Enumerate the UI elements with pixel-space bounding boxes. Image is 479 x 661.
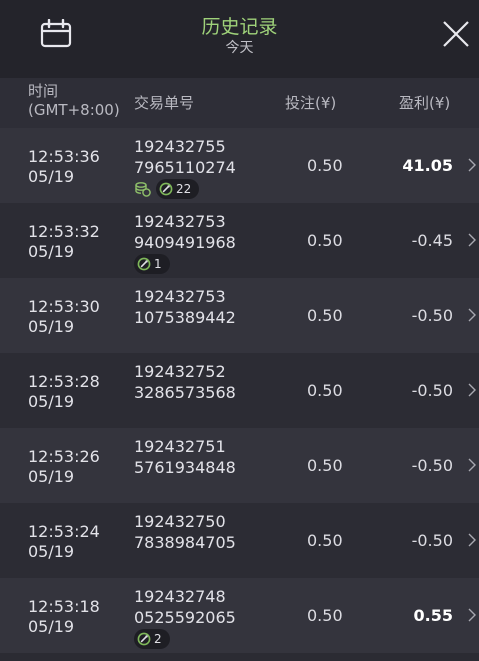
order-id-line1: 192432748: [134, 587, 226, 606]
free-spin-badge: 22: [156, 179, 200, 199]
title-block: 历史记录 今天: [0, 15, 479, 57]
order-id-line1: 192432753: [134, 287, 226, 306]
row-order-cell: 192432752 3286573568: [134, 361, 236, 403]
row-profit: -0.50: [411, 456, 453, 475]
order-id-line1: 192432751: [134, 437, 226, 456]
row-order-cell: 192432753 9409491968: [134, 211, 236, 253]
row-date: 05/19: [28, 317, 75, 336]
free-spin-badge: 1: [134, 254, 170, 274]
free-spin-badge: 2: [134, 629, 170, 649]
coin-stack-icon: [134, 180, 152, 198]
row-time: 12:53:36: [28, 147, 100, 166]
order-id-line2: 0525592065: [134, 608, 236, 627]
order-id-line2: 7838984705: [134, 533, 236, 552]
order-id-line2: 9409491968: [134, 233, 236, 252]
row-badges: 1: [134, 254, 170, 274]
row-bet: 0.50: [307, 456, 343, 475]
spin-count: 22: [176, 182, 192, 196]
order-column-header: 交易单号: [134, 94, 195, 112]
row-time: 12:53:28: [28, 372, 100, 391]
row-badges: 22: [134, 179, 200, 199]
history-row[interactable]: 12:53:30 05/19 192432753 1075389442 0.50 -0.5…: [0, 278, 479, 353]
row-time: 12:53:24: [28, 522, 100, 541]
row-order-cell: 192432750 7838984705: [134, 511, 236, 553]
row-badges: 2: [134, 629, 170, 649]
row-time: 12:53:18: [28, 597, 100, 616]
row-profit: 0.55: [413, 606, 453, 625]
close-icon[interactable]: [442, 20, 470, 48]
header-bar: 历史记录 今天: [0, 0, 479, 78]
history-row[interactable]: 12:53:28 05/19 192432752 3286573568 0.50 -0.5…: [0, 353, 479, 428]
row-date: 05/19: [28, 392, 75, 411]
row-time-cell: 12:53:30 05/19: [28, 297, 100, 337]
history-row[interactable]: 12:53:18 05/19 192432748 0525592065 2 0.50 0.5…: [0, 578, 479, 653]
row-profit: -0.50: [411, 306, 453, 325]
spin-icon: [159, 182, 173, 196]
spin-count: 2: [154, 632, 162, 646]
row-time-cell: 12:53:26 05/19: [28, 447, 100, 487]
row-date: 05/19: [28, 617, 75, 636]
row-time: 12:53:26: [28, 447, 100, 466]
history-row[interactable]: 12:53:36 05/19 192432755 7965110274 22 0.50 41…: [0, 128, 479, 203]
row-order-cell: 192432755 7965110274: [134, 136, 236, 178]
history-row[interactable]: 12:53:26 05/19 192432751 5761934848 0.50 -0.5…: [0, 428, 479, 503]
row-time: 12:53:32: [28, 222, 100, 241]
row-time-cell: 12:53:18 05/19: [28, 597, 100, 637]
history-list: 12:53:36 05/19 192432755 7965110274 22 0.50 41…: [0, 128, 479, 653]
row-time-cell: 12:53:24 05/19: [28, 522, 100, 562]
row-bet: 0.50: [307, 381, 343, 400]
profit-column-header: 盈利(¥): [399, 94, 451, 112]
time-header-label: 时间: [28, 82, 59, 100]
row-time-cell: 12:53:36 05/19: [28, 147, 100, 187]
order-id-line1: 192432753: [134, 212, 226, 231]
date-filter-label: 今天: [225, 40, 254, 56]
order-id-line1: 192432752: [134, 362, 226, 381]
row-time-cell: 12:53:32 05/19: [28, 222, 100, 262]
history-row[interactable]: 12:53:24 05/19 192432750 7838984705 0.50 -0.5…: [0, 503, 479, 578]
row-profit: 41.05: [402, 156, 453, 175]
row-order-cell: 192432748 0525592065: [134, 586, 236, 628]
order-id-line2: 5761934848: [134, 458, 236, 477]
row-bet: 0.50: [307, 306, 343, 325]
timezone-label: (GMT+8:00): [28, 101, 120, 119]
row-date: 05/19: [28, 467, 75, 486]
bet-column-header: 投注(¥): [285, 94, 337, 112]
order-id-line2: 3286573568: [134, 383, 236, 402]
row-date: 05/19: [28, 167, 75, 186]
spin-icon: [137, 257, 151, 271]
row-profit: -0.50: [411, 531, 453, 550]
row-bet: 0.50: [307, 156, 343, 175]
time-column-header: 时间 (GMT+8:00): [28, 82, 120, 120]
spin-icon: [137, 632, 151, 646]
row-time-cell: 12:53:28 05/19: [28, 372, 100, 412]
row-bet: 0.50: [307, 231, 343, 250]
row-date: 05/19: [28, 542, 75, 561]
row-profit: -0.50: [411, 381, 453, 400]
column-header-row: 时间 (GMT+8:00) 交易单号 投注(¥) 盈利(¥): [0, 78, 479, 128]
row-order-cell: 192432751 5761934848: [134, 436, 236, 478]
order-id-line2: 1075389442: [134, 308, 236, 327]
order-id-line1: 192432750: [134, 512, 226, 531]
row-date: 05/19: [28, 242, 75, 261]
order-id-line1: 192432755: [134, 137, 226, 156]
row-order-cell: 192432753 1075389442: [134, 286, 236, 328]
history-row[interactable]: 12:53:32 05/19 192432753 9409491968 1 0.50 -0.…: [0, 203, 479, 278]
row-time: 12:53:30: [28, 297, 100, 316]
row-bet: 0.50: [307, 531, 343, 550]
row-profit: -0.45: [411, 231, 453, 250]
order-id-line2: 7965110274: [134, 158, 236, 177]
page-title: 历史记录: [201, 16, 278, 38]
spin-count: 1: [154, 257, 162, 271]
row-bet: 0.50: [307, 606, 343, 625]
